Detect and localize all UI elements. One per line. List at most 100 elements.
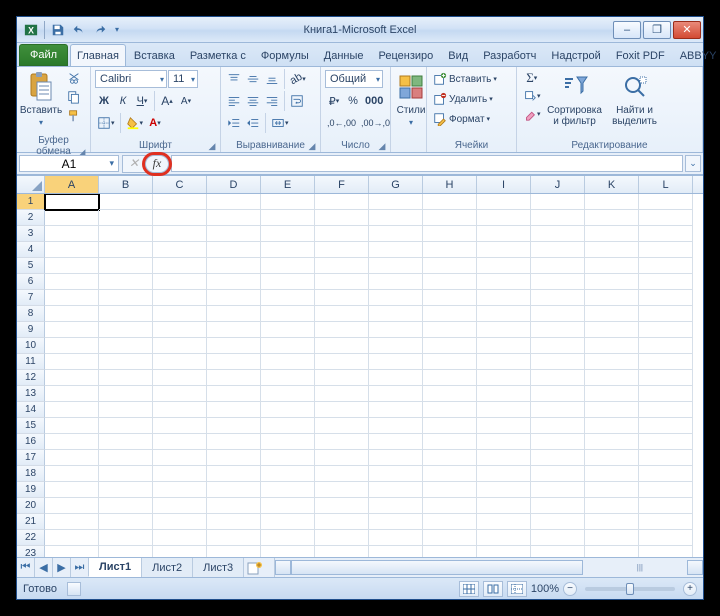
- cell[interactable]: [153, 306, 207, 322]
- row-header[interactable]: 6: [17, 274, 45, 290]
- align-left-icon[interactable]: [225, 92, 243, 110]
- sheet-next-icon[interactable]: ▶: [53, 558, 71, 577]
- cell[interactable]: [477, 546, 531, 557]
- cell[interactable]: [639, 418, 693, 434]
- cell[interactable]: [99, 306, 153, 322]
- zoom-level[interactable]: 100%: [531, 583, 559, 595]
- row-header[interactable]: 8: [17, 306, 45, 322]
- cell[interactable]: [315, 466, 369, 482]
- cell[interactable]: [99, 402, 153, 418]
- comma-format-icon[interactable]: 000: [363, 92, 385, 110]
- cell[interactable]: [315, 354, 369, 370]
- align-bottom-icon[interactable]: [263, 70, 281, 88]
- zoom-out-button[interactable]: −: [563, 582, 577, 596]
- cell[interactable]: [207, 242, 261, 258]
- cell[interactable]: [153, 354, 207, 370]
- cell[interactable]: [315, 402, 369, 418]
- cell[interactable]: [261, 194, 315, 210]
- cell[interactable]: [639, 434, 693, 450]
- cell[interactable]: [261, 530, 315, 546]
- cell[interactable]: [261, 242, 315, 258]
- cell[interactable]: [423, 226, 477, 242]
- cell[interactable]: [45, 530, 99, 546]
- cell-styles-button[interactable]: Стили ▾: [395, 69, 427, 135]
- cell[interactable]: [531, 514, 585, 530]
- column-header[interactable]: J: [531, 176, 585, 193]
- cell[interactable]: [369, 210, 423, 226]
- cell[interactable]: [99, 418, 153, 434]
- cell[interactable]: [45, 386, 99, 402]
- row-header[interactable]: 17: [17, 450, 45, 466]
- cell[interactable]: [153, 386, 207, 402]
- column-header[interactable]: F: [315, 176, 369, 193]
- fill-color-icon[interactable]: ▾: [124, 114, 146, 132]
- cell[interactable]: [207, 338, 261, 354]
- cell[interactable]: [207, 322, 261, 338]
- cell[interactable]: [531, 210, 585, 226]
- cell[interactable]: [45, 194, 99, 210]
- cell[interactable]: [369, 322, 423, 338]
- row-header[interactable]: 7: [17, 290, 45, 306]
- zoom-in-button[interactable]: +: [683, 582, 697, 596]
- tab-abbyy-pdf[interactable]: ABBYY PDF: [673, 44, 720, 66]
- cell[interactable]: [45, 434, 99, 450]
- cell[interactable]: [315, 194, 369, 210]
- cell[interactable]: [477, 418, 531, 434]
- cell[interactable]: [153, 546, 207, 557]
- cell[interactable]: [585, 274, 639, 290]
- cell[interactable]: [639, 274, 693, 290]
- cell[interactable]: [531, 450, 585, 466]
- cell[interactable]: [531, 354, 585, 370]
- cell[interactable]: [207, 530, 261, 546]
- tab-разметка-с[interactable]: Разметка с: [183, 44, 253, 66]
- paste-dropdown-icon[interactable]: ▾: [39, 118, 43, 127]
- undo-icon[interactable]: [69, 20, 89, 40]
- cell[interactable]: [423, 338, 477, 354]
- sheet-tab[interactable]: Лист1: [88, 558, 142, 577]
- cell[interactable]: [207, 226, 261, 242]
- decrease-decimal-icon[interactable]: ,00→,0: [359, 114, 392, 132]
- normal-view-icon[interactable]: [459, 581, 479, 597]
- cell[interactable]: [369, 370, 423, 386]
- macro-record-icon[interactable]: [67, 582, 81, 596]
- wrap-text-icon[interactable]: [288, 92, 306, 110]
- cell[interactable]: [423, 402, 477, 418]
- cell[interactable]: [261, 514, 315, 530]
- cell[interactable]: [477, 370, 531, 386]
- cell[interactable]: [369, 482, 423, 498]
- fill-icon[interactable]: ▾: [521, 87, 543, 105]
- cell[interactable]: [45, 354, 99, 370]
- cell[interactable]: [585, 402, 639, 418]
- cell[interactable]: [639, 498, 693, 514]
- row-header[interactable]: 23: [17, 546, 45, 557]
- tab-данные[interactable]: Данные: [317, 44, 371, 66]
- cell[interactable]: [45, 338, 99, 354]
- cell[interactable]: [315, 226, 369, 242]
- cell[interactable]: [315, 546, 369, 557]
- horizontal-scrollbar[interactable]: |||: [274, 558, 703, 577]
- font-launcher-icon[interactable]: ◢: [206, 140, 218, 152]
- cell[interactable]: [261, 370, 315, 386]
- cell[interactable]: [423, 290, 477, 306]
- cell[interactable]: [45, 418, 99, 434]
- row-header[interactable]: 1: [17, 194, 45, 210]
- cell[interactable]: [315, 210, 369, 226]
- column-header[interactable]: I: [477, 176, 531, 193]
- cell[interactable]: [99, 258, 153, 274]
- tab-разработч[interactable]: Разработч: [476, 44, 543, 66]
- minimize-button[interactable]: –: [613, 21, 641, 39]
- row-header[interactable]: 16: [17, 434, 45, 450]
- cell[interactable]: [369, 450, 423, 466]
- cell[interactable]: [45, 242, 99, 258]
- accounting-format-icon[interactable]: ₽▾: [325, 92, 343, 110]
- row-header[interactable]: 10: [17, 338, 45, 354]
- cell[interactable]: [531, 306, 585, 322]
- cell[interactable]: [45, 306, 99, 322]
- cell[interactable]: [585, 322, 639, 338]
- sheet-prev-icon[interactable]: ◀: [35, 558, 53, 577]
- cell[interactable]: [477, 386, 531, 402]
- cell[interactable]: [531, 338, 585, 354]
- align-middle-icon[interactable]: [244, 70, 262, 88]
- cell[interactable]: [639, 482, 693, 498]
- cell[interactable]: [153, 290, 207, 306]
